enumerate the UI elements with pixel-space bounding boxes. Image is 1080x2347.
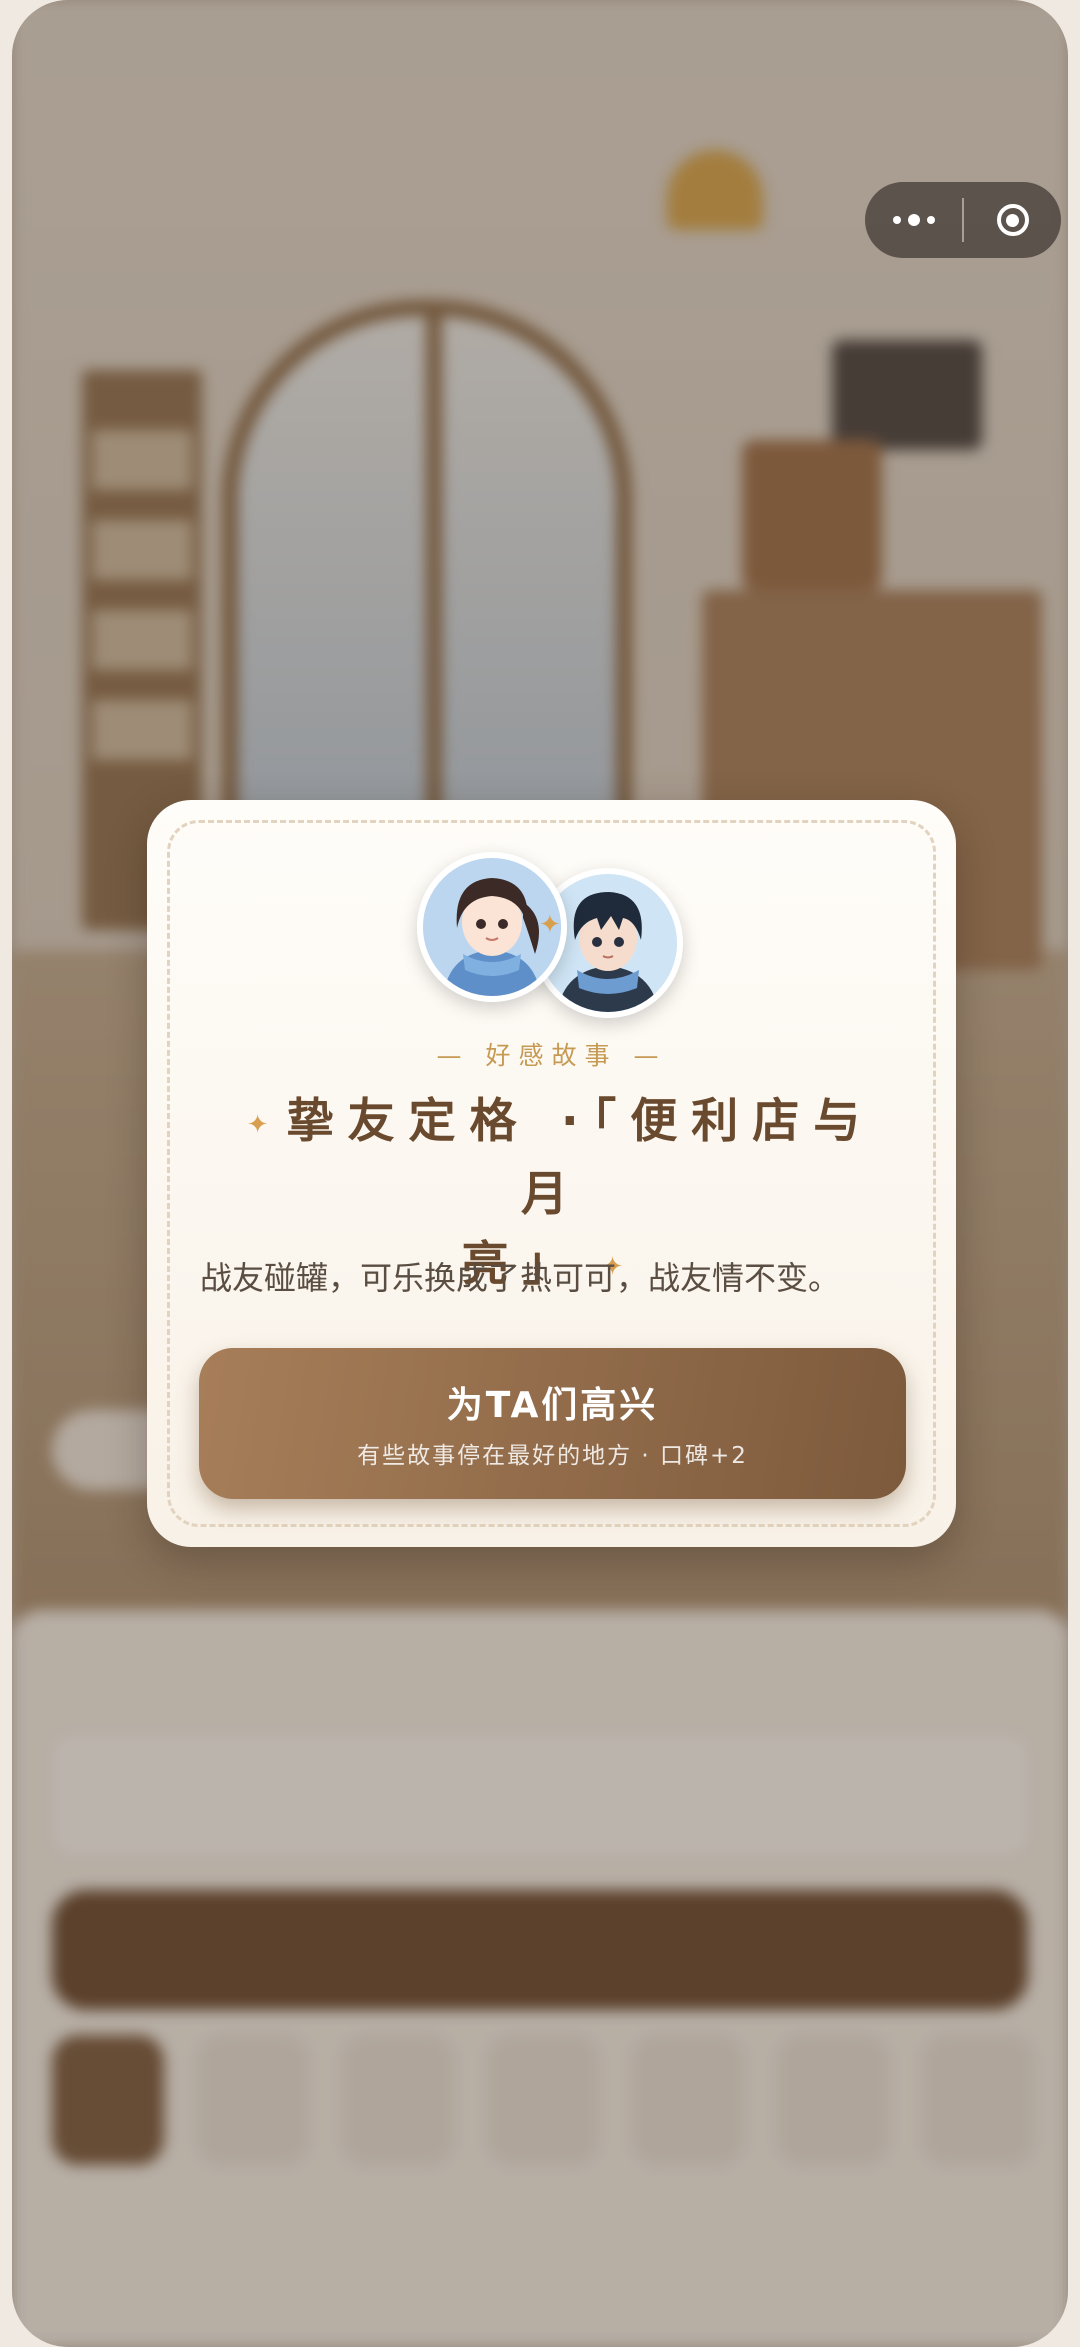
- story-description: 战友碰罐，可乐换成了热可可，战友情不变。: [200, 1259, 841, 1297]
- happy-for-them-button[interactable]: 为TA们高兴 有些故事停在最好的地方 · 口碑+2: [199, 1348, 906, 1499]
- story-title-line1: 挚友定格 ·「便利店与月: [286, 1094, 875, 1222]
- sparkle-icon: ✦: [246, 1109, 269, 1140]
- story-card-modal: ✦ — 好感故事 — ✦ 挚友定格 ·「便利店与月 亮」 ✦ 战友碰罐，可乐换成了热…: [147, 800, 956, 1547]
- more-button[interactable]: [865, 182, 962, 258]
- app-screen: ✦ — 好感故事 — ✦ 挚友定格 ·「便利店与月 亮」 ✦ 战友碰罐，可乐换成了热…: [12, 0, 1068, 2347]
- miniprogram-capsule: [865, 182, 1061, 258]
- sparkle-icon: ✦: [539, 910, 561, 940]
- card-tag: — 好感故事 —: [436, 1041, 667, 1070]
- button-label: 为TA们高兴: [446, 1385, 659, 1426]
- target-close-icon: [996, 204, 1029, 236]
- close-button[interactable]: [964, 182, 1061, 258]
- more-dots-icon: [892, 214, 935, 226]
- button-sublabel: 有些故事停在最好的地方 · 口碑+2: [357, 1443, 748, 1469]
